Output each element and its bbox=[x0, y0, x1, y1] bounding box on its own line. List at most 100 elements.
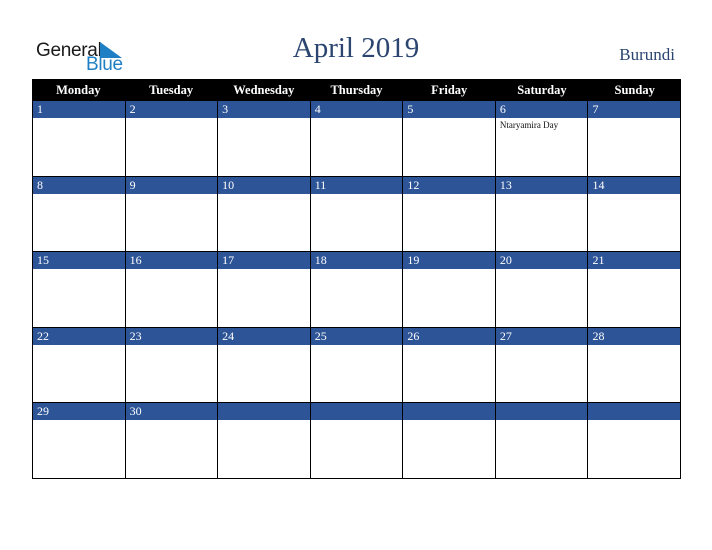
day-event bbox=[403, 420, 495, 422]
day-cell[interactable]: 18 bbox=[310, 252, 404, 328]
day-cell[interactable]: 15 bbox=[33, 252, 126, 328]
day-cell[interactable]: 21 bbox=[588, 252, 682, 328]
day-event bbox=[218, 118, 310, 120]
day-event bbox=[33, 118, 125, 120]
day-event: Ntaryamira Day bbox=[499, 120, 559, 130]
day-event bbox=[588, 118, 680, 120]
weekday-header: Tuesday bbox=[149, 83, 194, 97]
day-number: 27 bbox=[495, 327, 588, 345]
day-event bbox=[588, 194, 680, 196]
day-cell[interactable]: 16 bbox=[125, 252, 219, 328]
weekday-header: Friday bbox=[431, 83, 468, 97]
day-number bbox=[403, 403, 495, 420]
weekday-header: Sunday bbox=[614, 83, 655, 97]
day-number: 15 bbox=[33, 252, 125, 269]
day-event bbox=[311, 420, 403, 422]
day-number bbox=[588, 403, 681, 420]
day-event bbox=[496, 420, 588, 422]
day-cell[interactable]: 30 bbox=[125, 403, 219, 479]
day-cell[interactable]: 19 bbox=[403, 252, 496, 328]
day-event bbox=[218, 194, 310, 196]
day-event bbox=[496, 194, 588, 196]
day-cell[interactable] bbox=[495, 403, 589, 479]
day-number: 18 bbox=[310, 252, 403, 269]
day-event bbox=[126, 269, 218, 271]
day-event bbox=[126, 420, 218, 422]
weekday-header: Wednesday bbox=[233, 83, 295, 97]
day-cell[interactable]: 5 bbox=[403, 101, 496, 177]
day-number: 4 bbox=[310, 101, 403, 118]
day-event bbox=[403, 194, 495, 196]
day-event bbox=[33, 194, 125, 196]
day-cell[interactable]: 13 bbox=[495, 176, 589, 252]
day-event bbox=[403, 345, 495, 347]
day-cell[interactable]: 23 bbox=[125, 327, 219, 403]
day-number: 11 bbox=[310, 176, 403, 194]
day-number: 5 bbox=[403, 101, 495, 118]
day-number: 26 bbox=[403, 327, 495, 345]
day-number: 22 bbox=[33, 327, 125, 345]
day-event bbox=[588, 420, 680, 422]
day-cell[interactable]: 6 Ntaryamira Day bbox=[495, 101, 589, 177]
day-cell[interactable]: 14 bbox=[588, 176, 682, 252]
day-number: 14 bbox=[588, 176, 681, 194]
country-label: Burundi bbox=[619, 45, 675, 64]
day-event bbox=[126, 194, 218, 196]
day-number: 7 bbox=[588, 101, 681, 118]
day-cell[interactable] bbox=[588, 403, 682, 479]
day-event bbox=[403, 118, 495, 120]
day-cell[interactable]: 20 bbox=[495, 252, 589, 328]
day-event bbox=[311, 194, 403, 196]
day-number: 6 bbox=[495, 101, 588, 118]
day-cell[interactable]: 27 bbox=[495, 327, 589, 403]
day-number: 19 bbox=[403, 252, 495, 269]
day-number: 8 bbox=[33, 176, 125, 194]
day-number: 1 bbox=[33, 101, 125, 118]
day-cell[interactable]: 2 bbox=[125, 101, 219, 177]
day-cell[interactable]: 17 bbox=[218, 252, 311, 328]
day-number: 12 bbox=[403, 176, 495, 194]
day-cell[interactable]: 24 bbox=[218, 327, 311, 403]
day-cell[interactable] bbox=[403, 403, 496, 479]
day-event bbox=[496, 269, 588, 271]
day-event bbox=[403, 269, 495, 271]
day-cell[interactable]: 28 bbox=[588, 327, 682, 403]
day-cell[interactable]: 12 bbox=[403, 176, 496, 252]
day-event bbox=[496, 345, 588, 347]
day-cell[interactable]: 9 bbox=[125, 176, 219, 252]
day-cell[interactable]: 26 bbox=[403, 327, 496, 403]
page-title: April 2019 bbox=[292, 32, 420, 64]
day-number: 24 bbox=[218, 327, 310, 345]
day-cell[interactable] bbox=[310, 403, 404, 479]
week-row: 1 2 3 4 5 6 Ntaryamira Day 7 bbox=[32, 101, 682, 177]
day-number: 10 bbox=[218, 176, 310, 194]
day-number: 28 bbox=[588, 327, 681, 345]
day-number: 16 bbox=[125, 252, 218, 269]
day-cell[interactable]: 1 bbox=[33, 101, 126, 177]
day-event bbox=[218, 345, 310, 347]
day-number: 20 bbox=[495, 252, 588, 269]
weekday-header: Saturday bbox=[517, 83, 567, 97]
weekday-header: Thursday bbox=[330, 83, 383, 97]
day-number bbox=[218, 403, 310, 420]
day-number: 3 bbox=[218, 101, 310, 118]
week-row: 8 9 10 11 12 13 14 bbox=[32, 176, 682, 252]
day-number: 23 bbox=[125, 327, 218, 345]
day-cell[interactable]: 7 bbox=[588, 101, 682, 177]
day-number: 2 bbox=[125, 101, 218, 118]
day-cell[interactable]: 29 bbox=[33, 403, 126, 479]
day-event bbox=[311, 269, 403, 271]
day-cell[interactable]: 11 bbox=[310, 176, 404, 252]
day-cell[interactable]: 4 bbox=[310, 101, 404, 177]
day-number: 30 bbox=[125, 403, 218, 420]
day-cell[interactable] bbox=[218, 403, 311, 479]
day-cell[interactable]: 25 bbox=[310, 327, 404, 403]
day-event bbox=[126, 118, 218, 120]
day-cell[interactable]: 8 bbox=[33, 176, 126, 252]
weekday-header-row: Monday Tuesday Wednesday Thursday Friday… bbox=[32, 79, 681, 101]
week-row: 29 30 bbox=[32, 403, 682, 479]
day-cell[interactable]: 10 bbox=[218, 176, 311, 252]
day-cell[interactable]: 3 bbox=[218, 101, 311, 177]
day-cell[interactable]: 22 bbox=[33, 327, 126, 403]
calendar-grid: Monday Tuesday Wednesday Thursday Friday… bbox=[32, 79, 682, 479]
